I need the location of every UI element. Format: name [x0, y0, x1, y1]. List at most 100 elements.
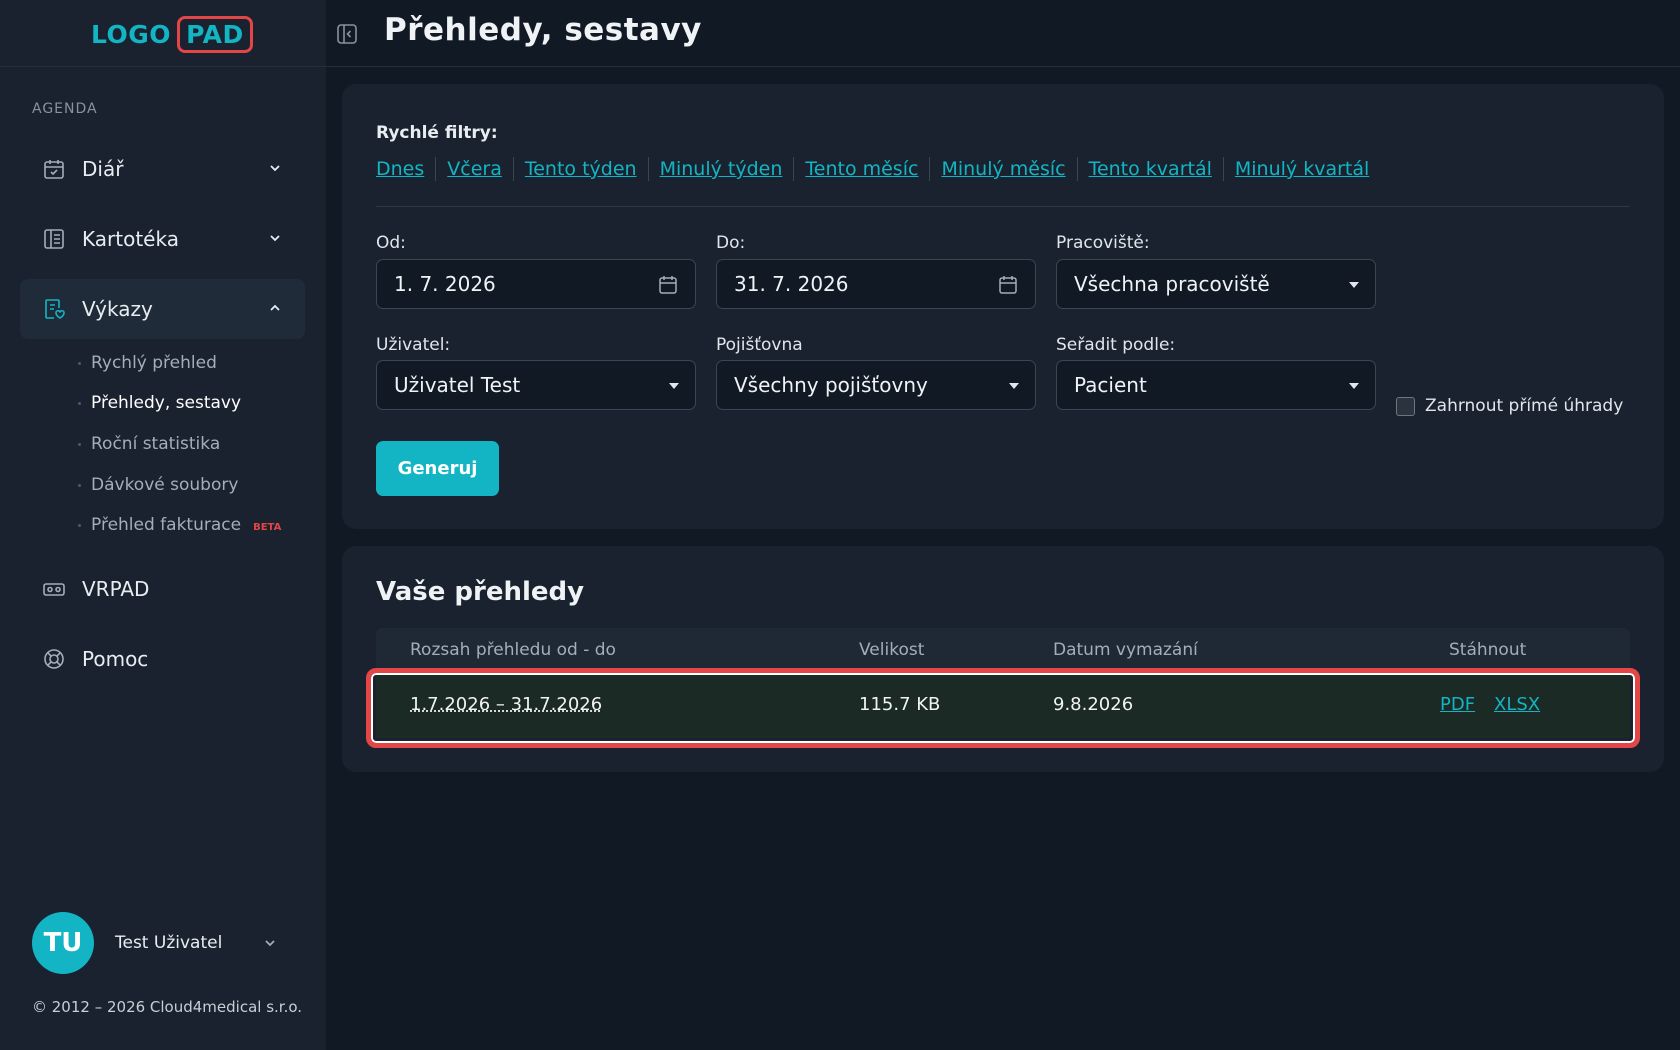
caret-down-icon [1349, 282, 1359, 288]
sidebar: LOGO PAD AGENDA Diář Kartotéka Výkazy Ry… [0, 0, 326, 1050]
sidebar-item-pomoc[interactable]: Pomoc [20, 629, 305, 689]
from-label: Od: [376, 233, 406, 253]
workplace-select[interactable]: Všechna pracoviště [1056, 259, 1376, 309]
lifebuoy-icon [42, 647, 66, 671]
header-divider [326, 66, 1680, 67]
insurer-label: Pojišťovna [716, 335, 803, 355]
workplace-value: Všechna pracoviště [1074, 272, 1270, 296]
bullet-dot [78, 442, 81, 446]
sidebar-subitem-label: Přehled fakturace [91, 515, 242, 535]
beta-badge: BETA [253, 521, 282, 533]
bullet-dot [78, 361, 81, 365]
divider [929, 157, 931, 181]
bullet-dot [78, 401, 81, 405]
divider [793, 157, 795, 181]
insurer-value: Všechny pojišťovny [734, 373, 928, 397]
to-label: Do: [716, 233, 746, 253]
bullet-dot [78, 523, 81, 527]
sidebar-subitem-rychly-prehled[interactable]: Rychlý přehled [78, 350, 217, 376]
generate-button[interactable]: Generuj [376, 441, 499, 496]
sidebar-item-label: Pomoc [82, 647, 149, 671]
divider [1222, 157, 1224, 181]
column-header-download: Stáhnout [1449, 640, 1527, 660]
to-date-value: 31. 7. 2026 [734, 272, 849, 296]
user-value: Uživatel Test [394, 373, 521, 397]
column-header-size: Velikost [859, 640, 925, 660]
sort-select[interactable]: Pacient [1056, 360, 1376, 410]
caret-down-icon [669, 383, 679, 389]
sidebar-item-vrpad[interactable]: VRPAD [20, 559, 305, 619]
row-highlight-outline [366, 668, 1640, 748]
chevron-down-icon [267, 160, 283, 176]
quick-filter-tento-tyden[interactable]: Tento týden [525, 158, 637, 180]
quick-filters-title: Rychlé filtry: [376, 123, 498, 143]
sidebar-subitem-davkove-soubory[interactable]: Dávkové soubory [78, 472, 238, 498]
avatar: TU [32, 912, 94, 974]
page-title: Přehledy, sestavy [384, 12, 702, 48]
user-select[interactable]: Uživatel Test [376, 360, 696, 410]
bullet-dot [78, 483, 81, 487]
reports-title: Vaše přehledy [376, 577, 585, 607]
sidebar-subitem-prehledy-sestavy[interactable]: Přehledy, sestavy [78, 390, 241, 416]
user-label: Uživatel: [376, 335, 451, 355]
section-label: AGENDA [32, 101, 98, 117]
sidebar-item-vykazy[interactable]: Výkazy [20, 279, 305, 339]
copyright: © 2012 – 2026 Cloud4medical s.r.o. [32, 998, 303, 1016]
sidebar-item-kartoteka[interactable]: Kartotéka [20, 209, 305, 269]
filters-divider [376, 206, 1630, 207]
calendar-check-icon [42, 157, 66, 181]
column-header-range: Rozsah přehledu od - do [410, 640, 616, 660]
caret-down-icon [1009, 383, 1019, 389]
sidebar-item-label: Kartotéka [82, 227, 179, 251]
quick-filter-minuly-kvartal[interactable]: Minulý kvartál [1235, 158, 1369, 180]
sidebar-subitem-label: Roční statistika [91, 434, 221, 454]
from-date-field[interactable]: 1. 7. 2026 [376, 259, 696, 309]
sidebar-item-label: Diář [82, 157, 124, 181]
quick-filter-tento-mesic[interactable]: Tento měsíc [805, 158, 918, 180]
quick-filter-vcera[interactable]: Včera [447, 158, 502, 180]
include-direct-payments[interactable]: Zahrnout přímé úhrady [1396, 396, 1623, 416]
sidebar-item-label: VRPAD [82, 577, 150, 601]
sidebar-subitem-label: Dávkové soubory [91, 475, 239, 495]
sort-value: Pacient [1074, 373, 1147, 397]
include-direct-checkbox[interactable] [1396, 396, 1415, 416]
divider [435, 157, 437, 181]
workplace-label: Pracoviště: [1056, 233, 1150, 253]
logo-text: LOGO [91, 19, 172, 49]
quick-filter-minuly-tyden[interactable]: Minulý týden [660, 158, 783, 180]
to-date-field[interactable]: 31. 7. 2026 [716, 259, 1036, 309]
chevron-up-icon [267, 300, 283, 316]
user-name: Test Uživatel [115, 933, 223, 953]
sidebar-item-diar[interactable]: Diář [20, 139, 305, 199]
quick-filter-dnes[interactable]: Dnes [376, 158, 424, 180]
sidebar-subitem-label: Rychlý přehled [91, 353, 217, 373]
collapse-sidebar-icon[interactable] [336, 23, 358, 45]
report-icon [42, 297, 66, 321]
logo-badge: PAD [177, 15, 253, 53]
reports-panel: Vaše přehledy Rozsah přehledu od - do Ve… [342, 546, 1664, 772]
from-date-value: 1. 7. 2026 [394, 272, 496, 296]
calendar-icon[interactable] [657, 274, 679, 296]
chevron-down-icon [267, 230, 283, 246]
quick-filters: Dnes Včera Tento týden Minulý týden Tent… [376, 157, 1369, 181]
sidebar-subitem-prehled-fakturace[interactable]: Přehled fakturace BETA [78, 512, 281, 538]
user-menu[interactable]: TU Test Uživatel [32, 912, 275, 974]
vr-headset-icon [42, 577, 66, 601]
logo[interactable]: LOGO PAD [91, 13, 253, 55]
quick-filter-tento-kvartal[interactable]: Tento kvartál [1089, 158, 1212, 180]
insurer-select[interactable]: Všechny pojišťovny [716, 360, 1036, 410]
calendar-icon[interactable] [997, 274, 1019, 296]
sidebar-subitem-label: Přehledy, sestavy [91, 393, 242, 413]
sidebar-divider [0, 66, 326, 67]
divider [1076, 157, 1078, 181]
table-header: Rozsah přehledu od - do Velikost Datum v… [376, 628, 1630, 672]
quick-filter-minuly-mesic[interactable]: Minulý měsíc [941, 158, 1065, 180]
sidebar-item-label: Výkazy [82, 297, 153, 321]
sidebar-subitem-rocni-statistika[interactable]: Roční statistika [78, 431, 220, 457]
divider [647, 157, 649, 181]
include-direct-label: Zahrnout přímé úhrady [1425, 396, 1624, 416]
sort-label: Seřadit podle: [1056, 335, 1176, 355]
divider [512, 157, 514, 181]
address-book-icon [42, 227, 66, 251]
caret-down-icon [1349, 383, 1359, 389]
